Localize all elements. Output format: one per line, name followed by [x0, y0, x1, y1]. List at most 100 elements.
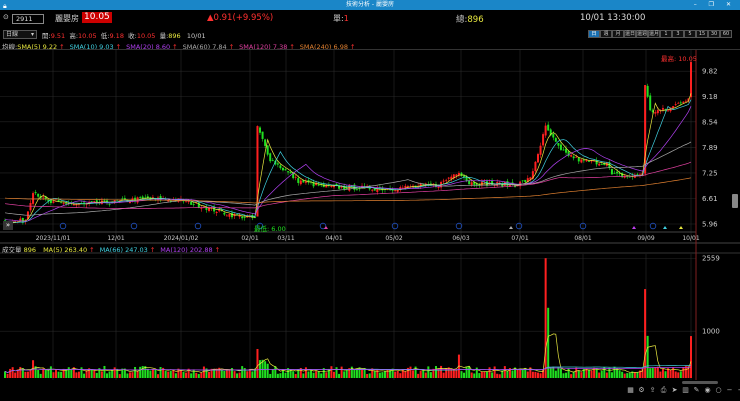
volume-bar	[335, 367, 338, 378]
candle-body	[266, 145, 269, 155]
price-axis-label: 8.54	[702, 118, 718, 126]
candle-body	[42, 196, 45, 198]
volume-bar	[241, 366, 244, 378]
volume-bar	[90, 369, 93, 378]
volume-bar	[381, 372, 384, 378]
volume-bar	[442, 372, 445, 378]
candle-body	[19, 218, 22, 221]
candle-body	[442, 180, 445, 182]
volume-bar	[516, 369, 519, 378]
volume-bar	[103, 365, 106, 378]
drawing-icon[interactable]: ✎	[692, 386, 701, 395]
volume-bar	[552, 366, 555, 378]
candle-body	[690, 62, 692, 98]
candle-body	[587, 161, 590, 163]
date-axis-label: 12/01	[107, 235, 124, 242]
candle-body	[547, 124, 550, 131]
volume-bar	[396, 371, 399, 378]
volume-bar	[24, 371, 27, 378]
volume-bar	[503, 366, 506, 378]
volume-bar	[111, 370, 114, 378]
volume-bar	[172, 370, 175, 378]
volume-bar	[4, 371, 6, 378]
volume-bar	[11, 367, 14, 378]
volume-bar	[6, 373, 9, 378]
volume-bar	[338, 373, 341, 378]
volume-bar	[633, 372, 636, 378]
candle-body	[437, 186, 440, 188]
volume-bar	[39, 373, 42, 378]
volume-bar	[325, 372, 328, 378]
candle-body	[610, 168, 613, 175]
layout-icon[interactable]: ▥	[681, 386, 690, 395]
volume-bar	[478, 373, 481, 378]
volume-bar	[304, 367, 307, 378]
cursor-icon[interactable]: ➤	[670, 386, 679, 395]
candle-body	[401, 187, 404, 189]
volume-bar	[95, 372, 98, 378]
volume-bar	[651, 367, 654, 378]
candle-body	[29, 202, 32, 211]
eye-icon[interactable]: ◉	[703, 386, 712, 395]
date-axis-label: 04/01	[325, 235, 342, 242]
candle-body	[279, 165, 282, 169]
candle-body	[656, 110, 659, 114]
circle-icon[interactable]: ○	[714, 386, 723, 395]
volume-bar	[485, 371, 488, 378]
volume-bar	[534, 371, 537, 378]
volume-bar	[200, 372, 203, 378]
volume-bar	[195, 372, 198, 378]
chart-area[interactable]: 9.82 9.18 8.54 7.89 7.25 6.61 5.96 2559 1000 2023…	[0, 0, 740, 401]
date-axis-label: 06/03	[452, 235, 469, 242]
candle-body	[230, 212, 233, 218]
volume-bar	[674, 371, 677, 378]
price-axis-label: 5.96	[702, 221, 718, 229]
volume-bar	[77, 371, 80, 378]
volume-bar	[531, 371, 534, 378]
volume-bar	[409, 366, 412, 378]
price-axis-label: 9.18	[702, 93, 718, 101]
volume-bar	[246, 371, 249, 378]
volume-bar	[404, 371, 407, 378]
export-icon[interactable]: ⇪	[648, 386, 657, 395]
volume-bar	[284, 372, 287, 378]
candle-body	[572, 156, 575, 159]
volume-bar	[656, 366, 659, 378]
candle-body	[559, 144, 562, 150]
volume-bar	[519, 369, 522, 378]
volume-bar	[279, 373, 282, 378]
candle-body	[445, 179, 448, 181]
horizontal-scrollbar[interactable]	[682, 381, 718, 384]
sma-240-line	[4, 177, 692, 204]
volume-bar	[29, 369, 32, 378]
date-axis-label: 03/11	[277, 235, 294, 242]
volume-bar	[526, 371, 529, 378]
volume-bar	[57, 371, 60, 378]
volume-bar	[412, 370, 415, 378]
volume-bar	[106, 373, 109, 378]
zoom-out-icon[interactable]: −	[725, 386, 734, 395]
zoom-in-icon[interactable]: +	[736, 386, 740, 395]
volume-bar	[646, 335, 649, 378]
volume-bar	[595, 368, 598, 378]
date-axis-label: 10/01	[682, 235, 699, 242]
chart-settings-icon[interactable]: ⚙	[637, 386, 646, 395]
volume-bar	[248, 369, 251, 378]
volume-bar	[669, 369, 672, 378]
price-axis-label: 7.89	[702, 144, 718, 152]
candle-body	[259, 127, 262, 133]
volume-bar	[417, 373, 420, 378]
volume-bar	[610, 372, 613, 378]
volume-bar	[80, 367, 83, 378]
volume-bar	[434, 366, 437, 378]
volume-bar	[108, 371, 111, 378]
candle-body	[93, 201, 96, 202]
candle-body	[628, 176, 631, 178]
volume-bar	[677, 372, 680, 378]
volume-bar	[557, 367, 560, 378]
grid-icon[interactable]: ▦	[626, 386, 635, 395]
volume-bar	[55, 369, 58, 378]
expand-icon[interactable]: »	[3, 221, 13, 230]
vertical-scrollbar[interactable]	[732, 194, 738, 208]
print-icon[interactable]: ⎙	[659, 386, 668, 395]
